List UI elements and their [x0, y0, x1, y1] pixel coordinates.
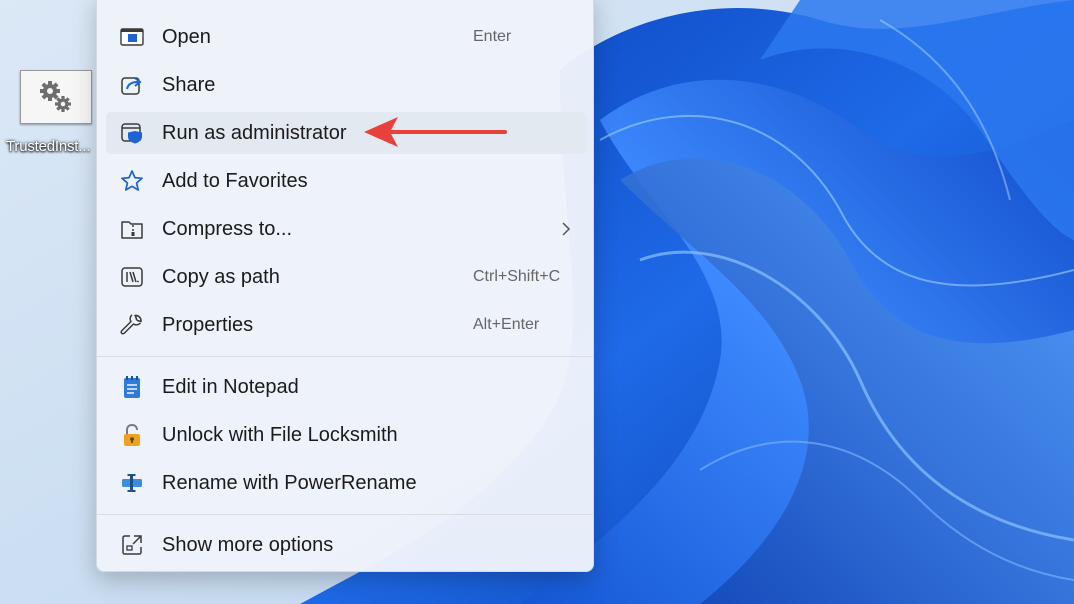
menu-item-open[interactable]: Open Enter — [106, 16, 587, 58]
menu-item-label: Copy as path — [162, 265, 280, 288]
menu-item-shortcut: Ctrl+Shift+C — [473, 268, 561, 285]
menu-item-copy-as-path[interactable]: Copy as path Ctrl+Shift+C — [106, 256, 587, 298]
menu-item-edit-in-notepad[interactable]: Edit in Notepad — [106, 366, 587, 408]
menu-item-label: Add to Favorites — [162, 169, 308, 192]
menu-item-unlock-with-file-locksmith[interactable]: Unlock with File Locksmith — [106, 414, 587, 456]
share-icon — [119, 73, 145, 97]
menu-separator — [97, 514, 593, 515]
menu-item-label: Unlock with File Locksmith — [162, 423, 398, 446]
menu-item-show-more-options[interactable]: Show more options — [106, 524, 587, 566]
gear-file-icon — [20, 70, 92, 124]
context-menu: Open Enter Share Run as administrator Ad… — [96, 0, 594, 572]
menu-item-label: Share — [162, 73, 216, 96]
menu-item-label: Edit in Notepad — [162, 375, 299, 398]
notepad-icon — [119, 375, 145, 399]
menu-item-label: Properties — [162, 313, 254, 336]
menu-separator — [97, 356, 593, 357]
menu-item-label: Run as administrator — [162, 121, 347, 144]
lock-icon — [119, 423, 145, 447]
menu-item-label: Compress to... — [162, 217, 293, 240]
annotation-arrow — [364, 117, 507, 147]
menu-item-share[interactable]: Share — [106, 64, 587, 106]
shield-window-icon — [119, 121, 145, 145]
desktop: TrustedInst... Open Enter Share Run as a… — [0, 0, 1074, 604]
menu-item-shortcut: Enter — [473, 28, 512, 45]
power-rename-icon — [119, 471, 145, 495]
wrench-icon — [119, 313, 145, 337]
menu-item-label: Show more options — [162, 533, 334, 556]
desktop-icon-label: TrustedInst... — [6, 138, 91, 155]
menu-item-compress-to[interactable]: Compress to... — [106, 208, 587, 250]
copy-path-icon — [119, 265, 145, 289]
menu-item-properties[interactable]: Properties Alt+Enter — [106, 304, 587, 346]
chevron-right-icon — [561, 221, 571, 242]
menu-item-label: Open — [162, 25, 211, 48]
desktop-file-icon[interactable]: TrustedInst... — [6, 70, 94, 155]
zip-folder-icon — [119, 217, 145, 241]
show-more-icon — [119, 533, 145, 557]
menu-item-rename-with-powerrename[interactable]: Rename with PowerRename — [106, 462, 587, 504]
menu-item-shortcut: Alt+Enter — [473, 316, 540, 333]
menu-item-run-as-administrator[interactable]: Run as administrator — [106, 112, 587, 154]
open-window-icon — [119, 25, 145, 49]
star-icon — [119, 169, 145, 193]
menu-item-add-to-favorites[interactable]: Add to Favorites — [106, 160, 587, 202]
menu-item-label: Rename with PowerRename — [162, 471, 417, 494]
